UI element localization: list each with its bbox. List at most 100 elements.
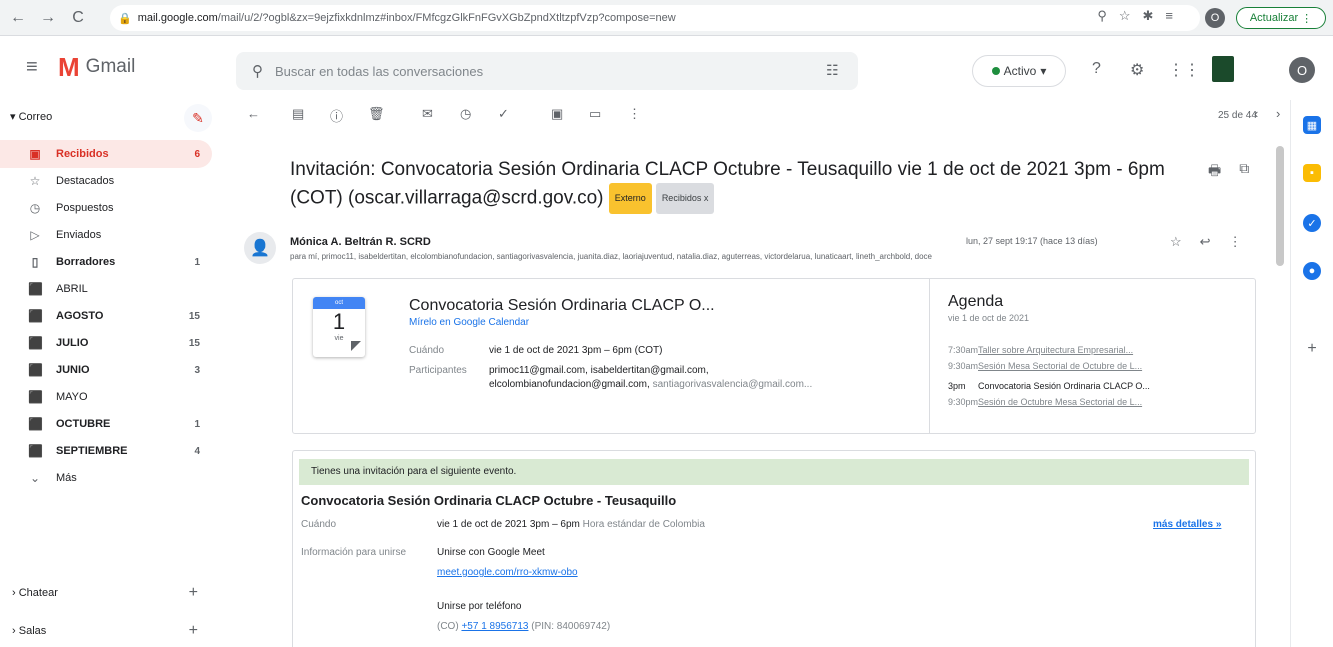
back-icon[interactable]: ← (6, 6, 30, 30)
phone-label-row: Unirse por teléfono (437, 601, 522, 612)
agenda-panel: Agenda vie 1 de oct de 2021 7:30am Talle… (929, 279, 1255, 433)
older-chevron-right-icon[interactable]: › (1276, 106, 1280, 121)
sidebar-item-label: Pospuestos (56, 202, 114, 214)
label-icon[interactable]: ▭ (589, 106, 601, 122)
recipients-line[interactable]: para mí, primoc11, isabeldertitan, elcol… (290, 252, 1210, 261)
lock-icon: 🔒 (118, 12, 132, 25)
details-when-label: Cuándo (301, 519, 337, 530)
update-browser-button[interactable]: Actualizar ⋮ (1236, 7, 1326, 29)
sidebar-rooms-section[interactable]: › Salas + (0, 618, 212, 644)
delete-trash-icon[interactable]: 🗑 (368, 106, 385, 122)
sidebar-item-label: JULIO (56, 337, 89, 349)
newer-chevron-left-icon[interactable]: ‹ (1254, 106, 1258, 121)
sidebar-item-label: MAYO (56, 391, 88, 403)
agenda-event-link[interactable]: Sesión Mesa Sectorial de Octubre de L... (978, 361, 1142, 371)
keep-app-icon[interactable]: ▪ (1303, 164, 1321, 182)
settings-gear-icon[interactable]: ⚙ (1130, 60, 1144, 80)
sidebar-item-sent[interactable]: ▷ Enviados (0, 221, 212, 249)
phone-number-link[interactable]: +57 1 8956713 (461, 621, 528, 632)
sidebar-item-inbox[interactable]: ▣ Recibidos 6 (0, 140, 212, 168)
sender-avatar-icon[interactable]: 👤 (244, 232, 276, 264)
search-bar[interactable]: ⚲ Buscar en todas las conversaciones (236, 52, 858, 90)
compose-pencil-icon[interactable]: ✎ (184, 104, 212, 132)
more-details-link[interactable]: más detalles » (1153, 519, 1221, 530)
star-icon[interactable]: ☆ (1170, 234, 1182, 250)
reply-icon[interactable]: ↩ (1200, 234, 1211, 250)
mail-section-header[interactable]: ▾ Correo (10, 110, 52, 123)
reading-list-icon[interactable]: ≡ (1165, 8, 1173, 24)
mail-section-label: Correo (18, 111, 53, 123)
more-options-icon[interactable]: ⋮ (628, 106, 641, 122)
snooze-clock-icon[interactable]: ◷ (460, 106, 471, 122)
account-avatar[interactable]: O (1289, 57, 1315, 83)
sidebar-chat-section[interactable]: › Chatear + (0, 580, 212, 606)
agenda-row[interactable]: 9:30am Sesión Mesa Sectorial de Octubre … (948, 361, 1142, 371)
organization-logo[interactable] (1212, 56, 1234, 82)
phone-label: Unirse por teléfono (437, 601, 522, 612)
browser-profile-avatar[interactable]: O (1205, 8, 1225, 28)
sidebar-item-label-agosto[interactable]: ⬛ AGOSTO 15 (0, 302, 212, 330)
status-dot-icon (991, 67, 1000, 75)
agenda-row[interactable]: 7:30am Taller sobre Arquitectura Empresa… (948, 345, 1133, 355)
gmail-m-icon: M (58, 52, 80, 82)
back-to-inbox-icon[interactable]: ← (247, 106, 260, 121)
sidebar-item-label-mayo[interactable]: ⬛ MAYO (0, 383, 212, 411)
reload-icon[interactable]: C (66, 6, 90, 30)
sidebar-item-more[interactable]: ⌄ Más (0, 464, 212, 492)
sidebar-item-label-junio[interactable]: ⬛ JUNIO 3 (0, 356, 212, 384)
calendar-app-icon[interactable]: ▦ (1303, 116, 1321, 134)
agenda-event-link[interactable]: Taller sobre Arquitectura Empresarial... (978, 345, 1133, 355)
meet-link[interactable]: meet.google.com/rro-xkmw-obo (437, 567, 578, 578)
sidebar-item-label-septiembre[interactable]: ⬛ SEPTIEMBRE 4 (0, 437, 212, 465)
mark-unread-icon[interactable]: ✉ (422, 106, 433, 122)
print-icon[interactable]: 🖶 (1208, 160, 1221, 184)
details-when-value: vie 1 de oct de 2021 3pm – 6pm (437, 519, 580, 530)
zoom-icon[interactable]: ⚲ (1097, 8, 1107, 24)
phone-number-row: (CO) +57 1 8956713 (PIN: 840069742) (437, 621, 610, 632)
search-input[interactable]: Buscar en todas las conversaciones (275, 64, 483, 79)
sidebar-item-label: JUNIO (56, 364, 90, 376)
new-chat-plus-icon[interactable]: + (189, 584, 198, 602)
sidebar-item-snoozed[interactable]: ◷ Pospuestos (0, 194, 212, 222)
inbox-label-chip[interactable]: Recibidos x (655, 183, 715, 214)
search-options-icon[interactable]: ☷ (826, 62, 839, 79)
address-bar[interactable]: 🔒 mail.google.com /mail/u/2/?ogbl&zx=9ej… (110, 5, 1200, 31)
sender-name[interactable]: Mónica A. Beltrán R. SCRD (290, 236, 431, 248)
cal-month: oct (313, 297, 365, 309)
add-to-tasks-icon[interactable]: ✓ (498, 106, 509, 122)
forward-icon[interactable]: → (36, 6, 60, 30)
sidebar-item-label-julio[interactable]: ⬛ JULIO 15 (0, 329, 212, 357)
label-tag-icon: ⬛ (28, 282, 43, 296)
view-in-calendar-link[interactable]: Mírelo en Google Calendar (409, 317, 529, 328)
new-room-plus-icon[interactable]: + (189, 622, 198, 640)
more-vertical-icon[interactable]: ⋮ (1229, 234, 1242, 250)
report-spam-icon[interactable]: ⓘ (330, 106, 343, 125)
archive-icon[interactable]: ▤ (292, 106, 304, 122)
url-domain: mail.google.com (137, 12, 218, 24)
search-icon[interactable]: ⚲ (252, 62, 263, 80)
contacts-app-icon[interactable]: ● (1303, 262, 1321, 280)
meet-label: Unirse con Google Meet (437, 547, 545, 558)
move-to-icon[interactable]: ▣ (551, 106, 563, 122)
add-addon-plus-icon[interactable]: + (1303, 340, 1321, 358)
sidebar-item-count: 1 (194, 256, 200, 268)
agenda-row[interactable]: 9:30pm Sesión de Octubre Mesa Sectorial … (948, 397, 1142, 407)
sidebar-item-label-abril[interactable]: ⬛ ABRIL (0, 275, 212, 303)
sidebar-item-label-octubre[interactable]: ⬛ OCTUBRE 1 (0, 410, 212, 438)
meet-link-row: meet.google.com/rro-xkmw-obo (437, 567, 578, 578)
sidebar-item-label: OCTUBRE (56, 418, 111, 430)
extensions-icon[interactable]: ✱ (1143, 8, 1154, 24)
sidebar-item-drafts[interactable]: ▯ Borradores 1 (0, 248, 212, 276)
scrollbar-thumb[interactable] (1276, 146, 1284, 266)
status-selector[interactable]: Activo ▾ (972, 55, 1066, 87)
tasks-app-icon[interactable]: ✓ (1303, 214, 1321, 232)
sidebar-item-starred[interactable]: ☆ Destacados (0, 167, 212, 195)
open-new-window-icon[interactable]: ⧉ (1239, 160, 1249, 184)
gmail-logo[interactable]: M Gmail (58, 54, 135, 80)
sidebar-item-label: ABRIL (56, 283, 88, 295)
apps-grid-icon[interactable]: ⋮⋮ (1168, 60, 1200, 80)
main-menu-icon[interactable]: ≡ (26, 56, 38, 79)
bookmark-star-icon[interactable]: ☆ (1119, 8, 1131, 24)
help-icon[interactable]: ? (1092, 60, 1101, 78)
agenda-event-link[interactable]: Sesión de Octubre Mesa Sectorial de L... (978, 397, 1142, 407)
